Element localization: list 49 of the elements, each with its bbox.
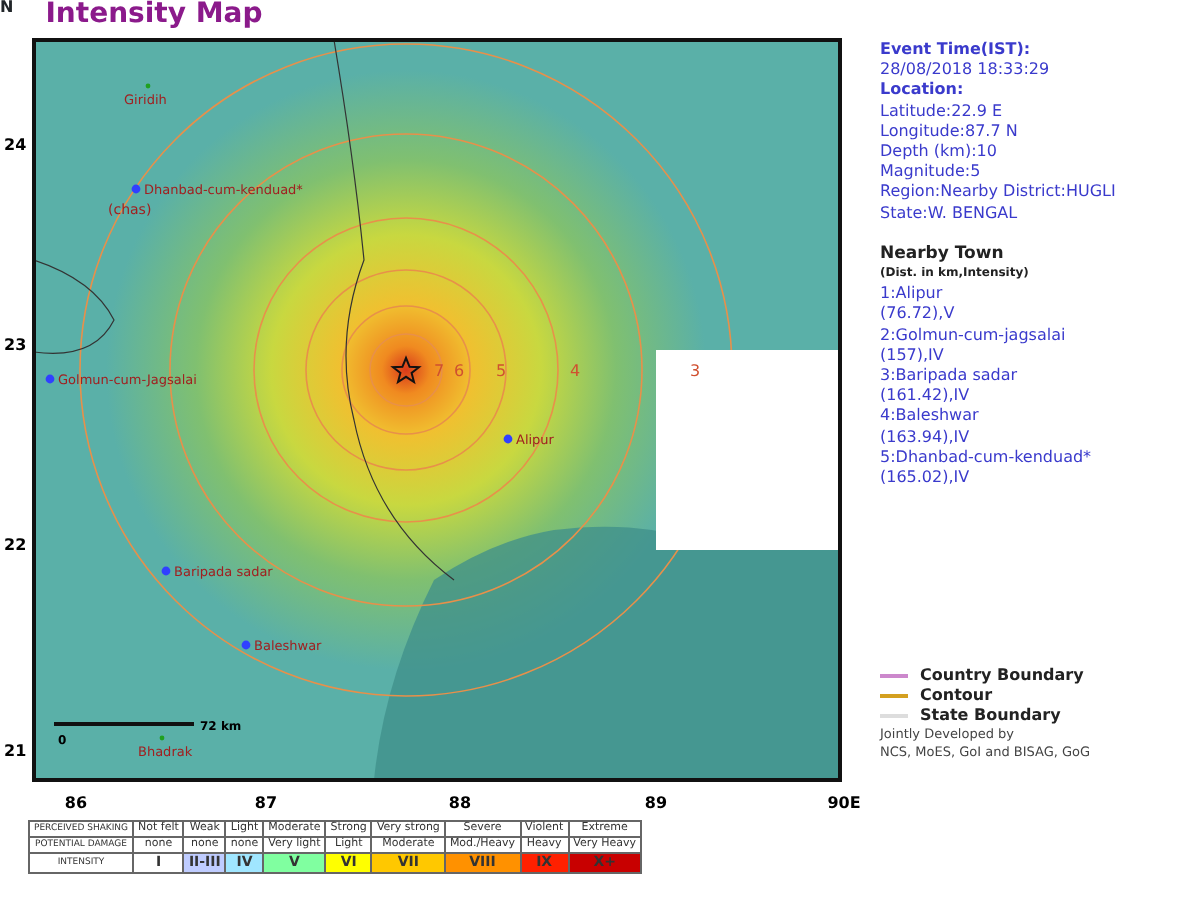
- nearby-town-line: (165.02),IV: [880, 468, 972, 489]
- map-title: Intensity Map: [45, 0, 263, 28]
- location-field: Magnitude:5: [880, 162, 1200, 183]
- location-field: Region:Nearby District:HUGLI: [880, 182, 1200, 204]
- nearby-town-line: 5:Dhanbad-cum-kenduad*: [880, 447, 1094, 469]
- latitude-tick-label: 23: [4, 336, 27, 354]
- epicenter-star-icon: [390, 355, 422, 385]
- latitude-tick-label: 21: [4, 742, 27, 760]
- nearby-town-heading: Nearby Town: [880, 243, 1006, 265]
- location-field: Longitude:87.7 N: [880, 121, 1200, 143]
- state-boundary-line: [34, 259, 115, 354]
- contour-label: 3: [690, 362, 701, 380]
- nearby-town-line: 4:Baleshwar: [880, 406, 981, 428]
- location-field: Depth (km):10: [880, 142, 1200, 163]
- nearby-town-line: (76.72),V: [880, 304, 957, 326]
- location-field: State:W. BENGAL: [880, 203, 1200, 224]
- nearby-town-line: (163.94),IV: [880, 427, 972, 448]
- contour-label: 6: [454, 362, 465, 380]
- location-field: Latitude:22.9 E: [880, 101, 1200, 122]
- legend-label: Country Boundary: [920, 666, 1084, 686]
- place-dot-icon: [145, 83, 151, 89]
- legend-label: State Boundary: [920, 706, 1061, 726]
- town-marker-icon: [503, 434, 513, 444]
- legend-label: Contour: [920, 686, 993, 706]
- contour-label: 4: [570, 362, 581, 380]
- longitude-tick-label: 87: [254, 794, 278, 812]
- contour-label: 7: [434, 362, 445, 380]
- longitude-tick-label: 86: [64, 794, 88, 812]
- town-marker-icon: [45, 374, 55, 384]
- town-marker-icon: [161, 566, 171, 576]
- nearby-town-line: 2:Golmun-cum-jagsalai: [880, 325, 1068, 346]
- longitude-tick-label: 90E: [827, 794, 861, 812]
- place-dot-icon: [159, 735, 165, 741]
- latitude-tick-label: 22: [4, 536, 27, 554]
- town-marker-icon: [131, 184, 141, 194]
- location-label: Location:: [880, 80, 966, 102]
- nearby-town-line: 1:Alipur: [880, 284, 945, 305]
- town-marker-icon: [241, 640, 251, 650]
- nearby-town-line: (161.42),IV: [880, 386, 972, 407]
- north-label: N: [0, 0, 14, 16]
- contour-label: 5: [496, 362, 507, 380]
- longitude-tick-label: 88: [448, 794, 472, 812]
- longitude-tick-label: 89: [644, 794, 668, 812]
- event-time-label: Event Time(IST):: [880, 40, 1033, 61]
- scale-bar: [54, 722, 194, 726]
- nearby-town-line: 3:Baripada sadar: [880, 366, 1020, 387]
- nearby-town-line: (157),IV: [880, 345, 946, 367]
- latitude-tick-label: 24: [4, 136, 27, 154]
- event-time: 28/08/2018 18:33:29: [880, 60, 1052, 81]
